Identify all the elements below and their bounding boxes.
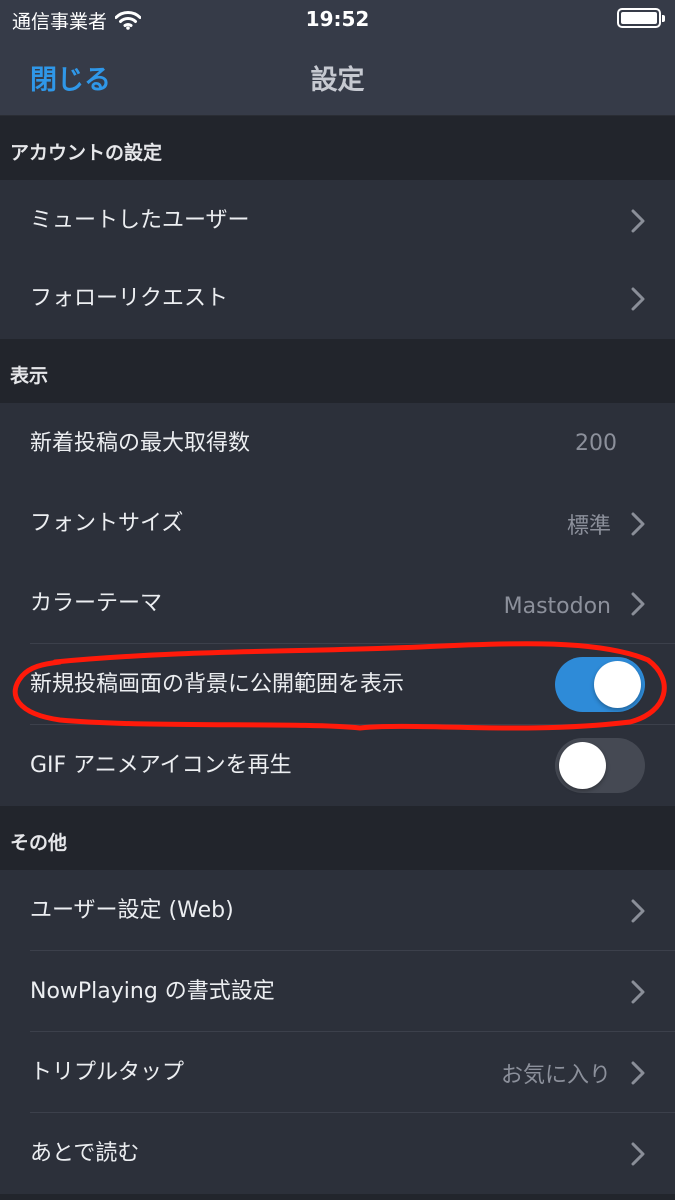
chevron-right-icon (631, 1061, 645, 1085)
visibility-background-toggle[interactable] (555, 657, 645, 712)
row-nowplaying-format[interactable]: NowPlaying の書式設定 (0, 951, 675, 1032)
row-max-fetch-count[interactable]: 新着投稿の最大取得数 200 (0, 403, 675, 484)
row-visibility-background: 新規投稿画面の背景に公開範囲を表示 (0, 644, 675, 725)
page-title: 設定 (310, 65, 365, 96)
row-value: Mastodon (503, 594, 611, 619)
row-label: GIF アニメアイコンを再生 (30, 753, 292, 778)
gif-animation-toggle[interactable] (555, 738, 645, 793)
row-label: 新規投稿画面の背景に公開範囲を表示 (30, 672, 405, 697)
section-header-display: 表示 (0, 339, 675, 403)
row-label: カラーテーマ (30, 591, 163, 616)
chevron-right-icon (631, 1142, 645, 1166)
row-follow-requests[interactable]: フォローリクエスト (0, 258, 675, 339)
section-header-other: その他 (0, 806, 675, 870)
row-font-size[interactable]: フォントサイズ 標準 (0, 483, 675, 564)
row-label: 新着投稿の最大取得数 (30, 431, 251, 456)
row-label: NowPlaying の書式設定 (30, 979, 275, 1004)
row-label: ユーザー設定 (Web) (30, 898, 234, 923)
chevron-right-icon (631, 287, 645, 311)
row-value: 200 (575, 431, 617, 456)
row-read-later[interactable]: あとで読む (0, 1113, 675, 1194)
row-label: トリプルタップ (30, 1060, 185, 1085)
status-time: 19:52 (305, 7, 370, 31)
row-gif-animation: GIF アニメアイコンを再生 (0, 725, 675, 806)
status-bar: 通信事業者 19:52 (0, 0, 675, 36)
chevron-right-icon (631, 209, 645, 233)
row-label: フォローリクエスト (30, 286, 229, 311)
navigation-bar: 閉じる 設定 (0, 36, 675, 116)
toggle-knob (559, 742, 606, 789)
chevron-right-icon (631, 592, 645, 616)
row-muted-users[interactable]: ミュートしたユーザー (0, 180, 675, 261)
row-user-settings-web[interactable]: ユーザー設定 (Web) (0, 870, 675, 951)
chevron-right-icon (631, 980, 645, 1004)
battery-icon (617, 8, 665, 28)
chevron-right-icon (631, 899, 645, 923)
row-color-theme[interactable]: カラーテーマ Mastodon (0, 563, 675, 644)
chevron-right-icon (631, 512, 645, 536)
section-header-account: アカウントの設定 (0, 117, 675, 180)
row-label: フォントサイズ (30, 511, 184, 536)
row-label: あとで読む (30, 1141, 140, 1166)
row-value: お気に入り (500, 1063, 611, 1088)
row-value: 標準 (566, 514, 611, 539)
row-triple-tap[interactable]: トリプルタップ お気に入り (0, 1032, 675, 1113)
row-label: ミュートしたユーザー (30, 208, 250, 233)
toggle-knob (594, 661, 641, 708)
